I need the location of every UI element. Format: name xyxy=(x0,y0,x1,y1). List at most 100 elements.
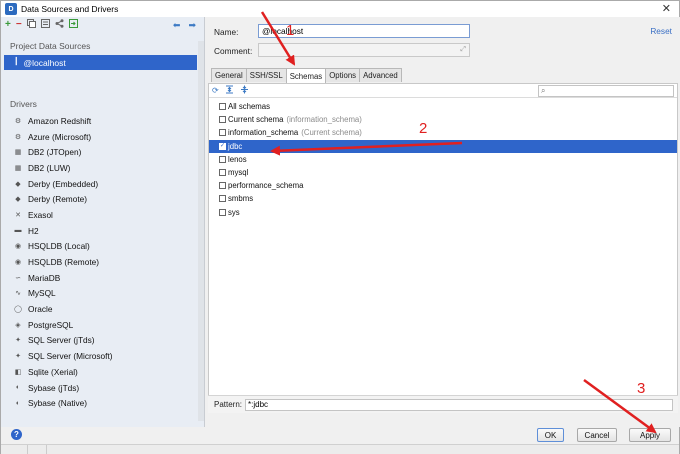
forward-arrow-icon[interactable]: ➡ xyxy=(188,20,196,31)
search-icon: ⌕ xyxy=(541,86,546,95)
dialog-window: D Data Sources and Drivers ✕ + − ⬅ ➡ Pro… xyxy=(0,0,680,454)
driver-item[interactable]: ∽ MariaDB xyxy=(1,270,197,286)
comment-label: Comment: xyxy=(214,46,253,56)
cluster-icon: ⚙ xyxy=(14,133,22,141)
schema-checkbox[interactable] xyxy=(219,103,226,111)
ok-button[interactable]: OK xyxy=(537,428,564,442)
schema-checkbox[interactable] xyxy=(219,155,226,163)
schema-item[interactable]: All schemas xyxy=(209,100,677,113)
annotation-number-2: 2 xyxy=(419,120,428,137)
remove-icon[interactable]: − xyxy=(16,20,22,30)
schema-checkbox[interactable] xyxy=(219,129,226,137)
expand-all-icon[interactable] xyxy=(225,85,234,96)
driver-item[interactable]: ◈ PostgreSQL xyxy=(1,317,197,333)
schema-checkbox[interactable] xyxy=(219,169,226,177)
comment-field[interactable]: ⤢ xyxy=(258,43,470,57)
driver-item[interactable]: ◐ Sybase (jTds) xyxy=(1,380,197,396)
schema-checkbox[interactable] xyxy=(219,195,226,203)
right-panel: Name: Comment: ⤢ Reset General SSH/SSL S… xyxy=(206,17,680,427)
oracle-icon: ◯ xyxy=(14,306,22,314)
tab-ssh-ssl[interactable]: SSH/SSL xyxy=(245,68,287,82)
driver-item[interactable]: ◯ Oracle xyxy=(1,301,197,317)
sybase-icon: ◐ xyxy=(15,399,21,407)
schema-item[interactable]: smbms xyxy=(209,192,677,205)
tab-schemas[interactable]: Schemas xyxy=(285,68,327,83)
driver-item[interactable]: ◉ HSQLDB (Local) xyxy=(1,239,197,255)
driver-label: SQL Server (Microsoft) xyxy=(28,351,113,362)
help-icon[interactable]: ? xyxy=(11,429,22,440)
exasol-icon: ✕ xyxy=(15,211,21,219)
schema-checkbox[interactable] xyxy=(219,208,226,216)
back-arrow-icon[interactable]: ⬅ xyxy=(173,20,181,31)
tab-general[interactable]: General xyxy=(211,68,247,82)
driver-label: PostgreSQL xyxy=(28,319,74,330)
driver-label: Sqlite (Xerial) xyxy=(28,366,78,377)
expand-icon[interactable]: ⤢ xyxy=(460,46,466,54)
annotation-number-1: 1 xyxy=(286,22,295,39)
driver-item[interactable]: ▦ DB2 (JTOpen) xyxy=(1,144,197,160)
driver-item[interactable]: ✦ SQL Server (Microsoft) xyxy=(1,348,197,364)
driver-list: ⚙ Amazon Redshift ⚙ Azure (Microsoft) ▦ DB2 (… xyxy=(1,113,197,411)
driver-item[interactable]: ▦ DB2 (LUW) xyxy=(1,160,197,176)
schema-search-input[interactable]: ⌕ xyxy=(538,85,674,97)
left-scrollbar[interactable] xyxy=(198,41,204,421)
driver-item[interactable]: ⚙ Azure (Microsoft) xyxy=(1,129,197,145)
schema-label: jdbc xyxy=(228,141,243,151)
driver-item[interactable]: ▬ H2 xyxy=(1,223,197,239)
schema-item[interactable]: Current schema (information_schema) xyxy=(209,113,677,126)
data-source-item-localhost[interactable]: ꟾ @localhost xyxy=(4,55,197,70)
driver-item[interactable]: ◉ HSQLDB (Remote) xyxy=(1,254,197,270)
schema-label: lenos xyxy=(228,154,247,164)
schema-checkbox[interactable]: ✓ xyxy=(219,142,226,150)
mysql-icon: ∿ xyxy=(15,290,21,298)
apply-button[interactable]: Apply xyxy=(629,428,671,442)
close-icon[interactable]: ✕ xyxy=(662,2,671,15)
schema-item[interactable]: ✓ jdbc xyxy=(209,139,677,153)
schema-checkbox[interactable] xyxy=(219,182,226,190)
postgresql-icon: ◈ xyxy=(15,321,21,329)
driver-item[interactable]: ◐ Sybase (Native) xyxy=(1,395,197,411)
schema-label: performance_schema xyxy=(228,181,304,191)
schema-checkbox[interactable] xyxy=(219,116,226,124)
share-icon[interactable] xyxy=(55,19,64,31)
derby-icon: ◆ xyxy=(15,180,21,188)
reset-link[interactable]: Reset xyxy=(650,26,672,36)
sqlserver-icon: ✦ xyxy=(15,353,21,361)
tab-advanced[interactable]: Advanced xyxy=(359,68,402,82)
add-icon[interactable]: + xyxy=(5,20,11,30)
driver-item[interactable]: ◆ Derby (Embedded) xyxy=(1,176,197,192)
driver-item[interactable]: ∿ MySQL xyxy=(1,286,197,302)
schema-hint: (Current schema) xyxy=(301,128,362,138)
driver-label: SQL Server (jTds) xyxy=(28,335,95,346)
driver-label: Sybase (jTds) xyxy=(28,382,80,393)
hsqldb-icon: ◉ xyxy=(14,259,22,267)
import-icon[interactable] xyxy=(68,19,78,31)
schema-item[interactable]: mysql xyxy=(209,166,677,179)
refresh-icon[interactable]: ⟳ xyxy=(212,86,219,95)
schemas-panel: ⟳ ⌕ All schemas Current schema (informatio… xyxy=(208,83,678,413)
copy-icon[interactable] xyxy=(26,19,36,31)
nav-arrows: ⬅ ➡ xyxy=(173,20,196,31)
driver-item[interactable]: ◆ Derby (Remote) xyxy=(1,191,197,207)
cancel-button[interactable]: Cancel xyxy=(577,428,617,442)
derby-icon: ◆ xyxy=(15,196,21,204)
tab-bar: General SSH/SSL Schemas Options Advanced xyxy=(211,68,402,83)
driver-label: DB2 (JTOpen) xyxy=(28,147,82,158)
driver-label: MySQL xyxy=(28,288,56,299)
driver-item[interactable]: ✦ SQL Server (jTds) xyxy=(1,333,197,349)
driver-label: DB2 (LUW) xyxy=(28,162,71,173)
pattern-input[interactable] xyxy=(245,398,674,411)
collapse-all-icon[interactable] xyxy=(240,85,249,96)
status-bar xyxy=(1,444,679,454)
driver-item[interactable]: ✕ Exasol xyxy=(1,207,197,223)
driver-label: Amazon Redshift xyxy=(28,115,92,126)
data-source-label: @localhost xyxy=(23,57,66,68)
tab-options[interactable]: Options xyxy=(325,68,361,82)
schema-item[interactable]: information_schema (Current schema) xyxy=(209,126,677,139)
driver-item[interactable]: ◧ Sqlite (Xerial) xyxy=(1,364,197,380)
driver-item[interactable]: ⚙ Amazon Redshift xyxy=(1,113,197,129)
schema-item[interactable]: sys xyxy=(209,206,677,219)
schema-item[interactable]: lenos xyxy=(209,153,677,166)
schema-item[interactable]: performance_schema xyxy=(209,179,677,192)
properties-icon[interactable] xyxy=(40,19,50,31)
